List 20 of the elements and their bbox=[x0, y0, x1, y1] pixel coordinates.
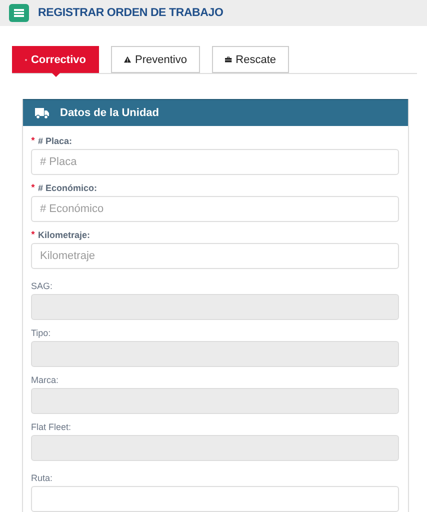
field-label: # Económico: bbox=[38, 183, 98, 193]
panel-title: Datos de la Unidad bbox=[60, 107, 160, 119]
tab[interactable]: Rescate bbox=[212, 46, 289, 73]
page-title: REGISTRAR ORDEN DE TRABAJO bbox=[38, 7, 224, 19]
input-field[interactable]: # Económico bbox=[31, 196, 399, 222]
field-label: Ruta: bbox=[31, 473, 53, 483]
field-label: Tipo: bbox=[31, 328, 51, 338]
field-label: SAG: bbox=[31, 281, 53, 291]
field-label: Flat Fleet: bbox=[31, 422, 72, 432]
briefcase-icon bbox=[225, 55, 232, 64]
menu-icon[interactable] bbox=[9, 4, 29, 22]
input-field[interactable] bbox=[31, 486, 399, 512]
field-label: # Placa: bbox=[38, 136, 72, 146]
input-field[interactable]: # Placa bbox=[31, 149, 399, 175]
truck-icon bbox=[35, 108, 49, 118]
field-label: Marca: bbox=[31, 375, 59, 385]
input-field[interactable]: Kilometraje bbox=[31, 243, 399, 269]
tab[interactable]: Preventivo bbox=[111, 46, 200, 73]
warning-icon bbox=[124, 55, 132, 64]
field-label: Kilometraje: bbox=[38, 230, 90, 240]
